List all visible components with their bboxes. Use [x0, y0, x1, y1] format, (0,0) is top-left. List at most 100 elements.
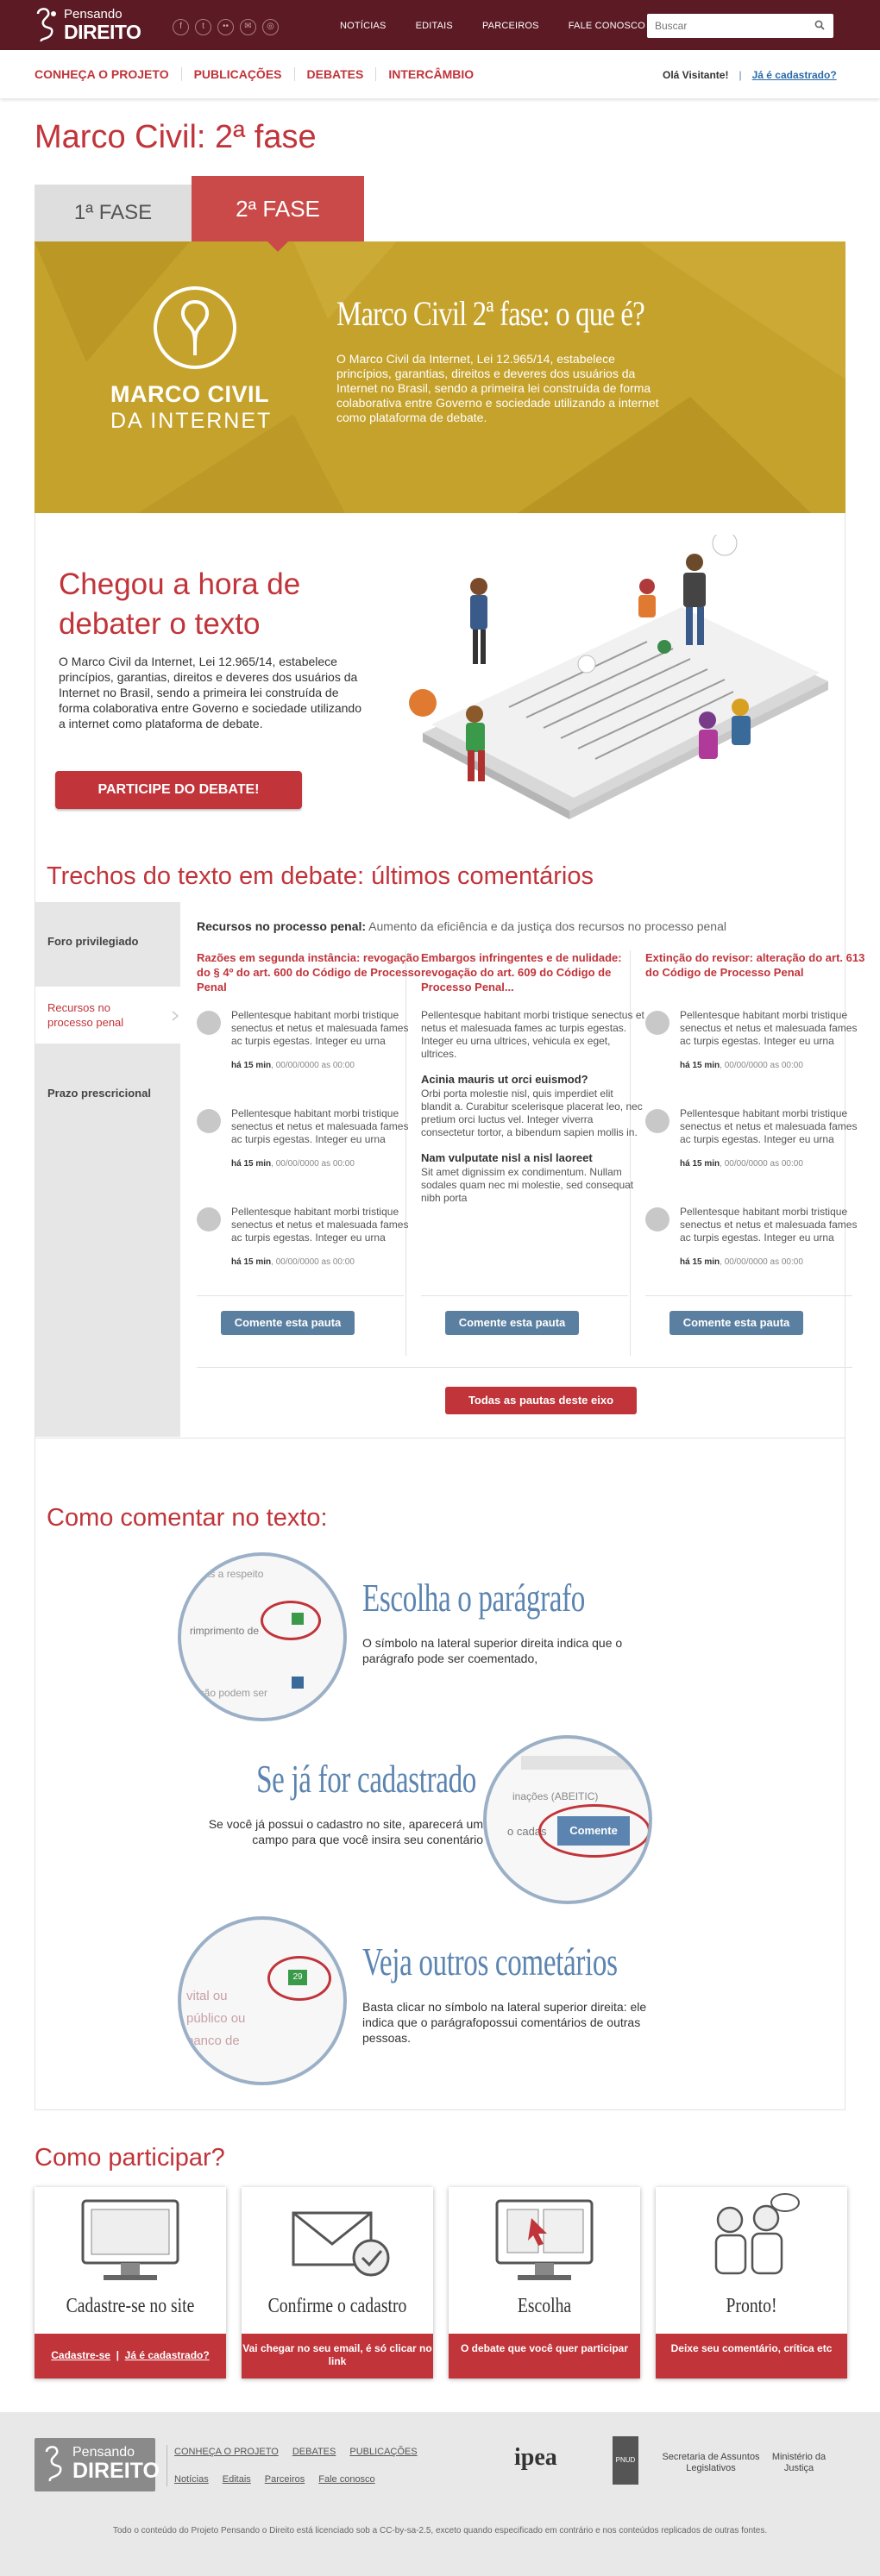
card-text: Deixe seu comentário, crítica etc: [656, 2334, 847, 2379]
menu-conheca-o-projeto[interactable]: CONHEÇA O PROJETO: [35, 67, 182, 81]
comment-time-ago: há 15 min: [680, 1257, 720, 1267]
comment-time-ago: há 15 min: [680, 1061, 720, 1070]
footer-link[interactable]: DEBATES: [292, 2447, 336, 2457]
hero-text: O Marco Civil da Internet, Lei 12.965/14…: [336, 352, 659, 424]
comment-date: , 00/00/0000 as 00:00: [720, 1257, 803, 1267]
twitter-icon[interactable]: t: [195, 19, 211, 35]
comment: Pellentesque habitant morbi tristique se…: [645, 1100, 870, 1199]
all-topics-button[interactable]: Todas as pautas deste eixo: [445, 1387, 637, 1414]
comment: Pellentesque habitant morbi tristique se…: [645, 1199, 870, 1297]
partner-mj[interactable]: Ministério da Justiça: [763, 2452, 835, 2474]
comment-topic-button[interactable]: Comente esta pauta: [221, 1311, 355, 1335]
how-to-comment-heading: Como comentar no texto:: [47, 1504, 328, 1532]
footer-link[interactable]: Parceiros: [265, 2474, 305, 2485]
search-box: [647, 14, 833, 38]
comment-text: Pellentesque habitant morbi tristique se…: [231, 1009, 409, 1047]
avatar: [645, 1207, 669, 1232]
comment-topic-button[interactable]: Comente esta pauta: [445, 1311, 579, 1335]
column-title[interactable]: Embargos infringentes e de nulidade: rev…: [421, 950, 645, 1002]
already-registered-link[interactable]: Já é cadastrado?: [125, 2349, 210, 2361]
comment-text: Pellentesque habitant morbi tristique se…: [680, 1009, 858, 1047]
partner-pnud-logo[interactable]: PNUD: [613, 2436, 638, 2485]
hero-logo-line2: DA INTERNET: [110, 409, 273, 433]
menu-debates[interactable]: DEBATES: [306, 67, 377, 81]
comment: Pellentesque habitant morbi tristique se…: [197, 1100, 421, 1199]
comment-time-ago: há 15 min: [231, 1257, 272, 1267]
comment-time: há 15 min, 00/00/0000 as 00:00: [680, 1159, 803, 1169]
tab-phase-2[interactable]: 2ª FASE: [192, 176, 364, 252]
facebook-icon[interactable]: f: [173, 19, 189, 35]
register-link[interactable]: Cadastre-se: [51, 2349, 110, 2361]
footer-logo[interactable]: Pensando DIREITO: [35, 2438, 160, 2491]
top-bar: Pensando DIREITO f t •• ✉ ◎ NOTÍCIAS EDITAIS P…: [0, 0, 880, 50]
illustration-snippet: nas a respeito: [198, 1568, 264, 1580]
topic-description: Aumento da eficiência e da justiça dos r…: [366, 919, 726, 933]
instagram-icon[interactable]: ◎: [262, 19, 279, 35]
footer-link[interactable]: Editais: [223, 2474, 251, 2485]
column-title[interactable]: Razões em segunda instância: revogação d…: [197, 950, 421, 1002]
illustration-snippet: vital ou: [186, 1989, 228, 2003]
comment-time: há 15 min, 00/00/0000 as 00:00: [231, 1061, 355, 1070]
step-illustration: inações (ABEITIC) o cadas Comente: [483, 1735, 652, 1904]
step-illustration: vital ou público ou banco de 29: [178, 1916, 347, 2085]
comment: Pellentesque habitant morbi tristique se…: [197, 1199, 421, 1297]
topic-prazo-prescricional[interactable]: Prazo prescricional: [35, 1087, 180, 1100]
nav-fale-conosco[interactable]: FALE CONOSCO: [569, 21, 645, 31]
column-title[interactable]: Extinção do revisor: alteração do art. 6…: [645, 950, 870, 1002]
comment-time-ago: há 15 min: [680, 1159, 720, 1169]
logo-icon: [36, 8, 56, 42]
participate-button[interactable]: PARTICIPE DO DEBATE!: [55, 771, 302, 809]
flickr-icon[interactable]: ••: [217, 19, 234, 35]
people-chat-icon: [714, 2193, 800, 2275]
comment-topic-button[interactable]: Comente esta pauta: [669, 1311, 803, 1335]
site-logo[interactable]: Pensando DIREITO: [35, 5, 147, 45]
topic-foro-privilegiado[interactable]: Foro privilegiado: [35, 935, 180, 948]
topic-recursos-processo-penal[interactable]: Recursos no processo penal: [35, 987, 180, 1044]
highlight-ring: [261, 1601, 321, 1640]
comment-date: , 00/00/0000 as 00:00: [720, 1159, 803, 1169]
debate-text: O Marco Civil da Internet, Lei 12.965/14…: [59, 655, 361, 730]
step-text: O símbolo na lateral superior direita in…: [362, 1636, 623, 1665]
footer-logo-line2: DIREITO: [72, 2459, 160, 2483]
nav-parceiros[interactable]: PARCEIROS: [482, 21, 539, 31]
footer-link[interactable]: CONHEÇA O PROJETO: [174, 2447, 279, 2457]
footer-link[interactable]: Notícias: [174, 2474, 209, 2485]
paragraph-text: Sit amet dignissim ex condimentum. Nulla…: [421, 1166, 634, 1204]
partner-sal[interactable]: Secretaria de Assuntos Legislativos: [661, 2452, 761, 2474]
comment-marker-icon: [292, 1613, 304, 1625]
hero-title: Marco Civil 2ª fase: o que é?: [336, 294, 645, 333]
highlight-ring: [538, 1804, 649, 1858]
avatar: [197, 1109, 221, 1133]
logo-line1: Pensando: [64, 7, 123, 22]
card-title: Cadastre-se no site: [66, 2295, 195, 2317]
footer-link[interactable]: PUBLICAÇÕES: [349, 2447, 417, 2457]
partner-ipea-logo[interactable]: ipea: [514, 2446, 557, 2470]
divider: [421, 1295, 628, 1296]
page-title: Marco Civil: 2ª fase: [35, 119, 317, 155]
divider: [197, 1295, 404, 1296]
avatar: [197, 1207, 221, 1232]
illustration-snippet: não podem ser: [198, 1687, 268, 1699]
menu-publicacoes[interactable]: PUBLICAÇÕES: [193, 67, 295, 81]
email-icon[interactable]: ✉: [240, 19, 256, 35]
nav-noticias[interactable]: NOTÍCIAS: [340, 21, 387, 31]
menu-intercambio[interactable]: INTERCÂMBIO: [388, 67, 486, 81]
comment: Pellentesque habitant morbi tristique se…: [645, 1002, 870, 1100]
search-icon[interactable]: [814, 20, 825, 30]
paragraph-block: Pellentesque habitant morbi tristique se…: [421, 1009, 645, 1061]
footer: Pensando DIREITO CONHEÇA O PROJETO DEBATE…: [0, 2412, 880, 2576]
step-text: Basta clicar no símbolo na lateral super…: [362, 2000, 647, 2045]
comment-date: , 00/00/0000 as 00:00: [271, 1159, 355, 1169]
register-link[interactable]: Já é cadastrado?: [752, 69, 837, 81]
tab-phase-1[interactable]: 1ª FASE: [35, 185, 192, 241]
step-card-choose: Escolha O debate que você quer participa…: [449, 2187, 640, 2379]
step-card-register: Cadastre-se no site Cadastre-se | Já é c…: [35, 2187, 226, 2379]
step-illustration: nas a respeito rimprimento de não podem …: [178, 1552, 347, 1721]
avatar: [645, 1011, 669, 1035]
comment-marker-icon: [292, 1677, 304, 1689]
nav-editais[interactable]: EDITAIS: [416, 21, 453, 31]
marco-civil-logo-icon: [154, 286, 236, 369]
comment-text: Pellentesque habitant morbi tristique se…: [231, 1107, 409, 1145]
footer-link[interactable]: Fale conosco: [318, 2474, 374, 2485]
search-input[interactable]: [647, 14, 802, 38]
